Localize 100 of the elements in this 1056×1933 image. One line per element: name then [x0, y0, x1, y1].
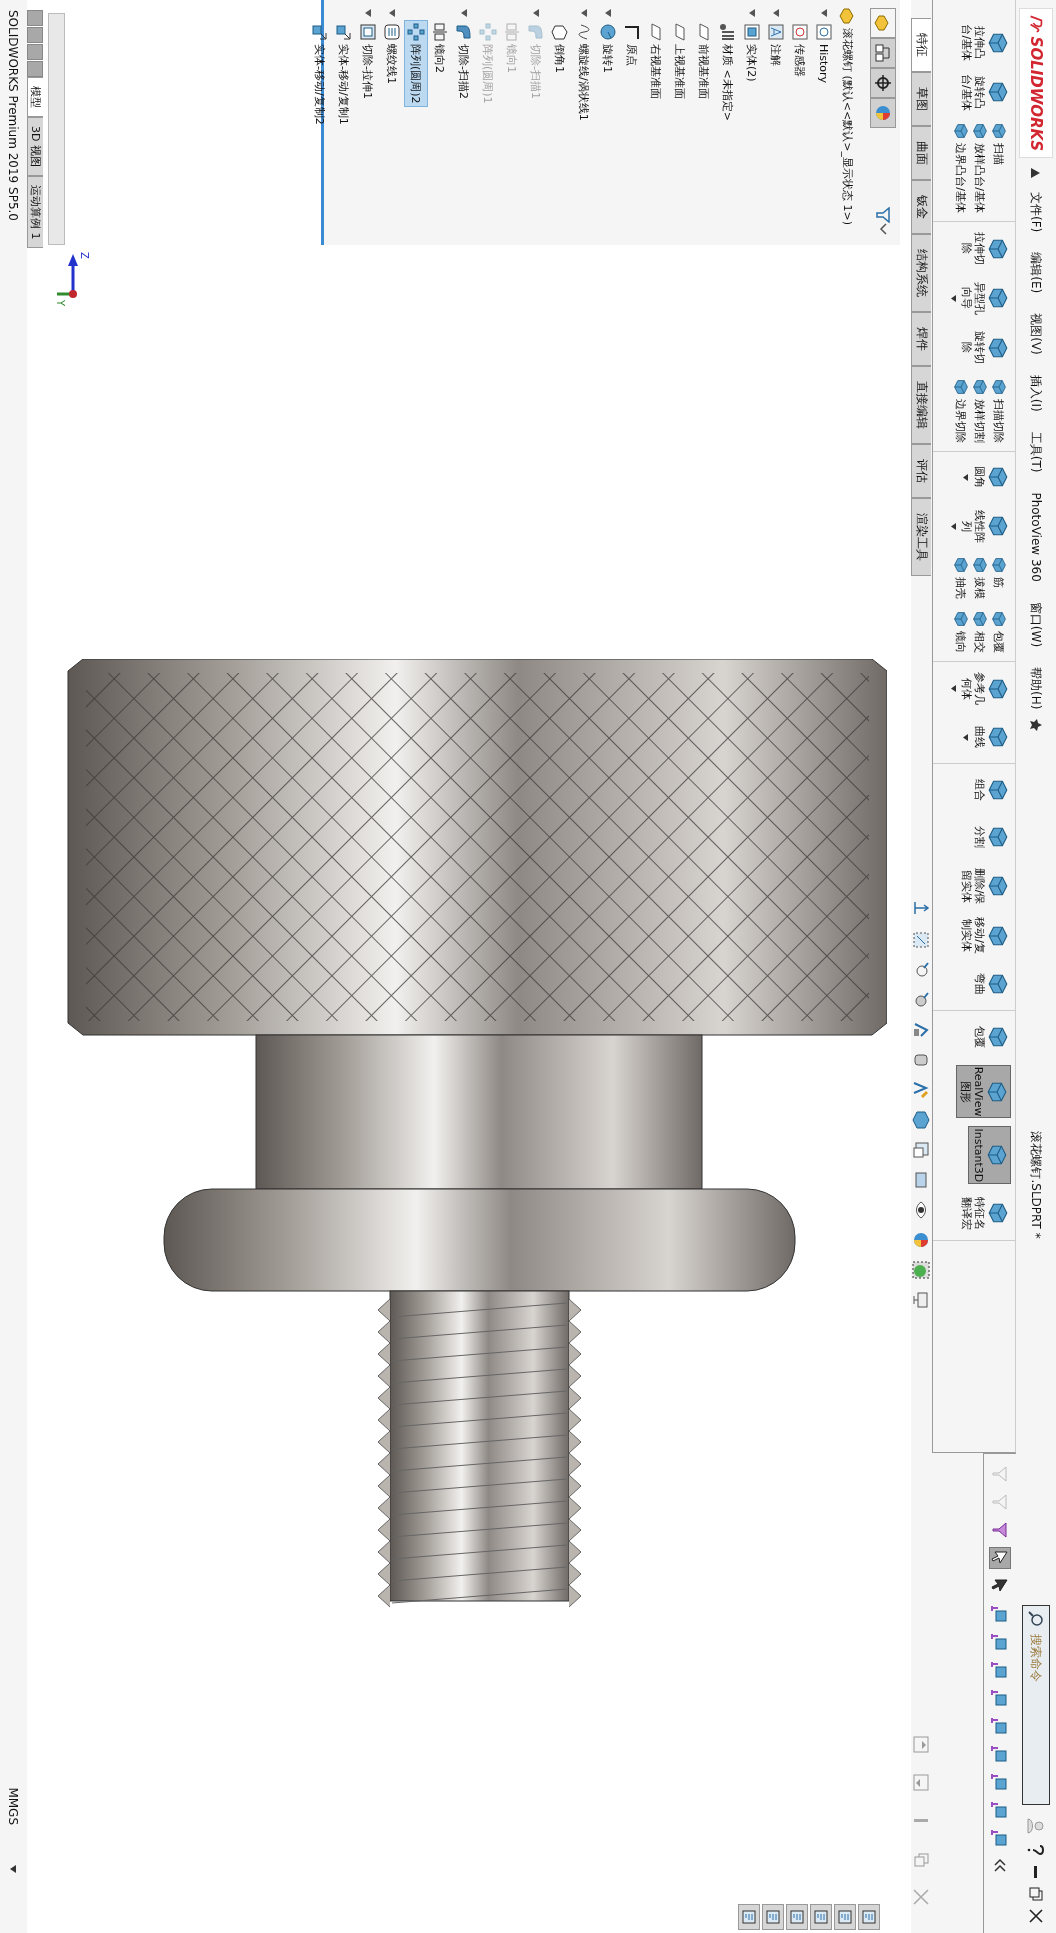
scroll-up-icon[interactable] [911, 1735, 932, 1755]
search-field[interactable]: 搜索命令 [1022, 1605, 1050, 1805]
ribbon-button[interactable]: 筋 [991, 554, 1007, 601]
command-tab[interactable]: 焊件 [911, 312, 931, 366]
menu-item[interactable]: 视图(V) [1027, 303, 1045, 365]
ribbon-button[interactable]: 包覆 [991, 608, 1007, 655]
tree-item[interactable]: 右视基准面 [644, 20, 668, 102]
tree-item[interactable]: History [812, 20, 836, 87]
zoom-area-icon[interactable] [911, 930, 932, 950]
expand-caret-icon[interactable] [533, 9, 539, 17]
menu-item[interactable]: 帮助(H) [1027, 657, 1045, 720]
ribbon-button[interactable]: 移动/复制实体 [957, 914, 1011, 957]
tree-item[interactable]: 实体-移动/复制1 [332, 20, 356, 128]
model-tab[interactable]: 3D 视图 [27, 117, 43, 176]
ribbon-button[interactable]: 边界凸台/基体 [953, 121, 969, 215]
menu-item[interactable]: PhotoView 360 [1029, 482, 1043, 592]
filter-icon[interactable] [990, 1520, 1010, 1540]
ribbon-button[interactable]: 弯曲 [970, 964, 1011, 1005]
selection-filter-icon[interactable] [990, 1828, 1010, 1848]
command-tab[interactable]: 草图 [911, 72, 931, 126]
scroll-down-icon[interactable] [911, 1773, 932, 1793]
ribbon-button[interactable]: 边界切除 [953, 376, 969, 445]
tree-item[interactable]: 阵列(圆周)2 [404, 20, 428, 107]
command-tab[interactable]: 特征 [911, 18, 931, 72]
units-label[interactable]: MMGS [6, 1787, 21, 1825]
model-tab[interactable]: 模型 [27, 77, 43, 117]
expand-caret-icon[interactable] [581, 9, 587, 17]
tree-item[interactable]: 实体-移动/复制2 [308, 20, 332, 128]
ribbon-button[interactable]: 放样凸台/基体 [972, 121, 988, 215]
tree-item[interactable]: 前视基准面 [692, 20, 716, 102]
tree-item[interactable]: 上视基准面 [668, 20, 692, 102]
tree-item[interactable]: 实体(2) [740, 20, 764, 85]
restore-icon[interactable] [1029, 1887, 1043, 1901]
expand-caret-icon[interactable] [389, 9, 395, 17]
ribbon-button[interactable]: 旋转切除 [957, 327, 1011, 369]
display-style-icon[interactable] [911, 1140, 932, 1160]
command-tab[interactable]: 直接编辑 [911, 366, 931, 444]
panel-tab[interactable] [870, 68, 896, 98]
selection-filter-icon[interactable] [990, 1604, 1010, 1624]
ribbon-button[interactable]: 拉伸切除 [957, 227, 1011, 270]
expand-caret-icon[interactable] [365, 9, 371, 17]
ribbon-button[interactable]: 旋转凸台/基体 [957, 71, 1011, 114]
command-tab[interactable]: 曲面 [911, 126, 931, 180]
ribbon-button[interactable]: 删除/保留实体 [957, 865, 1011, 907]
tree-item[interactable]: 切除-拉伸1 [356, 20, 380, 102]
collapse-arrow-icon[interactable] [1031, 168, 1041, 178]
scene-icon[interactable] [911, 1260, 932, 1280]
chevron-down-icon[interactable] [879, 223, 887, 235]
caret-icon[interactable] [963, 733, 969, 741]
ribbon-button[interactable]: Instant3D [968, 1126, 1011, 1185]
command-tab[interactable]: 结构系统 [911, 234, 931, 312]
ribbon-button[interactable]: 镜向 [953, 608, 969, 655]
caret-icon[interactable] [963, 474, 969, 481]
tree-item[interactable]: 注解 [764, 20, 788, 69]
selection-filter-icon[interactable] [990, 1716, 1010, 1736]
selection-filter-icon[interactable] [990, 1632, 1010, 1652]
ribbon-button[interactable]: 特征名翻译宏 [957, 1192, 1011, 1234]
ribbon-button[interactable]: 异型孔向导 [957, 277, 1011, 320]
expand-caret-icon[interactable] [461, 9, 467, 17]
ribbon-button[interactable]: 扫描切除 [991, 376, 1007, 445]
expand-caret-icon[interactable] [773, 9, 779, 17]
ribbon-button[interactable]: 参考几何体 [957, 667, 1011, 710]
expand-caret-icon[interactable] [605, 9, 611, 17]
tree-item[interactable]: 切除-扫描2 [452, 20, 476, 102]
tree-item[interactable]: 镜向2 [428, 20, 452, 76]
menu-item[interactable]: 工具(T) [1027, 421, 1045, 483]
caret-icon[interactable] [950, 522, 956, 530]
command-tab[interactable]: 评估 [911, 444, 931, 498]
selection-filter-icon[interactable] [990, 1800, 1010, 1820]
ribbon-button[interactable]: 包覆 [970, 1017, 1011, 1057]
command-tab[interactable]: 钣金 [911, 180, 931, 234]
ribbon-button[interactable]: 线性阵列 [957, 505, 1011, 547]
ribbon-button[interactable]: 相交 [972, 608, 988, 655]
ribbon-button[interactable]: 分割 [970, 817, 1011, 858]
view-cube-icon[interactable] [911, 1110, 932, 1130]
ribbon-button[interactable]: 组合 [970, 770, 1011, 810]
tree-item[interactable]: 传感器 [788, 20, 812, 80]
expand-caret-icon[interactable] [821, 9, 827, 17]
model-tab[interactable]: 运动算例 1 [27, 175, 43, 249]
tree-item[interactable]: 旋转1 [596, 20, 620, 76]
close-icon[interactable] [1029, 1909, 1043, 1923]
ribbon-button[interactable]: RealView 图形 [955, 1064, 1011, 1119]
tree-item[interactable]: 螺旋线/涡状线1 [572, 20, 596, 124]
ribbon-button[interactable]: 圆角 [970, 457, 1011, 498]
selection-filter-icon[interactable] [990, 1660, 1010, 1680]
filter-icon[interactable] [875, 207, 891, 223]
scrollbar[interactable] [48, 13, 65, 245]
tree-item[interactable]: 螺纹线1 [380, 20, 404, 87]
selection-filter-icon[interactable] [990, 1772, 1010, 1792]
selection-filter-icon[interactable] [990, 1688, 1010, 1708]
pin-icon[interactable] [1030, 719, 1042, 732]
ribbon-button[interactable]: 曲线 [970, 717, 1011, 758]
command-tab[interactable]: 渲染工具 [911, 498, 931, 576]
tree-item[interactable]: 材质 <未指定> [716, 20, 740, 124]
caret-icon[interactable] [950, 685, 956, 693]
menu-item[interactable]: 编辑(E) [1027, 242, 1045, 304]
menu-item[interactable]: 文件(F) [1027, 182, 1045, 243]
caret-icon[interactable] [950, 294, 956, 302]
menu-item[interactable]: 插入(I) [1027, 364, 1045, 422]
expand-caret-icon[interactable] [749, 9, 755, 17]
